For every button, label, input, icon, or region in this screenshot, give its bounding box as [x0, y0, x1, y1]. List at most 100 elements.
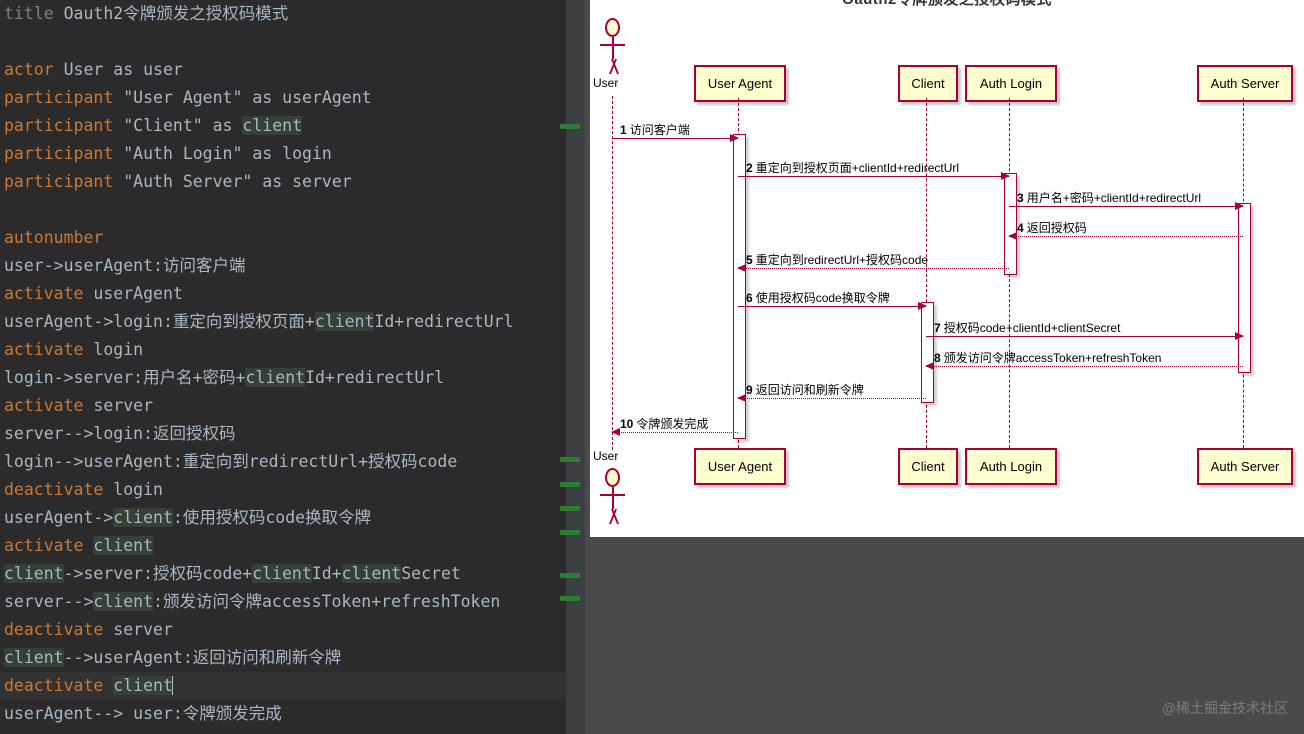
diagram-preview-pane[interactable]: Oauth2令牌颁发之授权码模式 User User User Agent User … [590, 0, 1304, 537]
arrowhead-left-icon [925, 361, 934, 370]
message-line [612, 432, 738, 433]
message-text: 访问客户端 [629, 123, 690, 137]
message-line [1009, 206, 1243, 207]
arrowhead-right-icon [1235, 331, 1244, 340]
participant-box-login: Auth Login [965, 448, 1057, 485]
actor-head-icon [605, 468, 620, 487]
occurrence-marker[interactable] [560, 530, 580, 535]
code-line[interactable]: autonumber [0, 224, 566, 252]
occurrence-marker[interactable] [560, 124, 580, 129]
message-label-9: 9 返回访问和刷新令牌 [746, 381, 864, 398]
participant-box-server: Auth Server [1197, 65, 1293, 102]
code-line[interactable]: actor User as user [0, 56, 566, 84]
message-number: 9 [746, 383, 753, 397]
message-number: 3 [1017, 191, 1024, 205]
code-line[interactable]: server-->client:颁发访问令牌accessToken+refres… [0, 588, 566, 616]
actor-label-user: User [593, 449, 619, 463]
actor-head-icon [605, 18, 620, 37]
code-line[interactable]: participant "User Agent" as userAgent [0, 84, 566, 112]
message-text: 返回访问和刷新令牌 [755, 383, 864, 397]
arrowhead-left-icon [611, 427, 620, 436]
occurrence-marker[interactable] [560, 506, 580, 511]
code-line[interactable]: deactivate client [0, 672, 566, 700]
arrowhead-right-icon [1235, 201, 1244, 210]
code-line[interactable]: participant "Auth Server" as server [0, 168, 566, 196]
code-line[interactable]: participant "Auth Login" as login [0, 140, 566, 168]
actor-arms [600, 494, 625, 496]
participant-box-server: Auth Server [1197, 448, 1293, 485]
code-line[interactable]: activate userAgent [0, 280, 566, 308]
code-line[interactable]: login-->userAgent:重定向到redirectUrl+授权码cod… [0, 448, 566, 476]
message-line [612, 138, 738, 139]
message-label-4: 4 返回授权码 [1017, 219, 1087, 236]
code-line[interactable]: activate server [0, 392, 566, 420]
actor-body [612, 37, 614, 59]
participant-label: User Agent [707, 76, 773, 91]
code-line[interactable]: client-->userAgent:返回访问和刷新令牌 [0, 644, 566, 672]
code-line[interactable]: deactivate login [0, 476, 566, 504]
message-line [738, 268, 1009, 269]
participant-label: User Agent [707, 459, 773, 474]
actor-figure-user [596, 468, 630, 524]
occurrence-marker[interactable] [560, 573, 580, 578]
message-number: 4 [1017, 221, 1024, 235]
message-line [1009, 236, 1243, 237]
code-line[interactable]: activate client [0, 532, 566, 560]
message-text: 用户名+密码+clientId+redirectUrl [1026, 191, 1202, 205]
code-line[interactable]: userAgent->client:使用授权码code换取令牌 [0, 504, 566, 532]
code-line[interactable]: deactivate userAgent [0, 728, 566, 734]
arrowhead-right-icon [918, 301, 927, 310]
message-number: 2 [746, 161, 753, 175]
message-text: 重定向到redirectUrl+授权码code [755, 253, 929, 267]
code-line[interactable]: userAgent->login:重定向到授权页面+clientId+redir… [0, 308, 566, 336]
code-editor-pane[interactable]: title Oauth2令牌颁发之授权码模式 actor User as use… [0, 0, 566, 734]
message-line [926, 336, 1243, 337]
app-window: title Oauth2令牌颁发之授权码模式 actor User as use… [0, 0, 1304, 734]
occurrence-marker[interactable] [560, 482, 580, 487]
code-line[interactable]: title Oauth2令牌颁发之授权码模式 [0, 0, 566, 28]
message-number: 5 [746, 253, 753, 267]
arrowhead-left-icon [737, 263, 746, 272]
participant-label: Auth Login [979, 76, 1043, 91]
participant-box-login: Auth Login [965, 65, 1057, 102]
participant-box-userAgent: User Agent [694, 448, 786, 485]
diagram-title: Oauth2令牌颁发之授权码模式 [590, 0, 1304, 9]
message-text: 使用授权码code换取令牌 [755, 291, 890, 305]
lifeline-user [612, 96, 613, 450]
activation-bar-client [920, 302, 934, 403]
occurrence-marker[interactable] [560, 596, 580, 601]
code-line[interactable]: activate login [0, 336, 566, 364]
message-number: 10 [620, 417, 634, 431]
message-text: 返回授权码 [1026, 221, 1087, 235]
code-line[interactable] [0, 196, 566, 224]
message-line [738, 306, 926, 307]
code-text-area[interactable]: title Oauth2令牌颁发之授权码模式 actor User as use… [0, 0, 566, 734]
message-line [738, 398, 926, 399]
message-number: 6 [746, 291, 753, 305]
participant-box-client: Client [898, 448, 958, 485]
code-line[interactable]: server-->login:返回授权码 [0, 420, 566, 448]
arrowhead-right-icon [730, 133, 739, 142]
message-line [926, 366, 1243, 367]
code-line[interactable]: deactivate server [0, 616, 566, 644]
message-text: 令牌颁发完成 [636, 417, 709, 431]
activation-bar-login [1003, 173, 1017, 275]
participant-label: Auth Server [1210, 459, 1280, 474]
code-line[interactable]: client->server:授权码code+clientId+clientSe… [0, 560, 566, 588]
message-number: 7 [934, 321, 941, 335]
code-line[interactable]: login->server:用户名+密码+clientId+redirectUr… [0, 364, 566, 392]
participant-label: Auth Server [1210, 76, 1280, 91]
code-line[interactable] [0, 28, 566, 56]
code-line[interactable]: user->userAgent:访问客户端 [0, 252, 566, 280]
message-label-7: 7 授权码code+clientId+clientSecret [934, 319, 1120, 336]
message-number: 1 [620, 123, 627, 137]
actor-figure-user [596, 18, 630, 74]
activation-bar-server [1237, 203, 1251, 373]
message-text: 授权码code+clientId+clientSecret [943, 321, 1121, 335]
code-line[interactable]: participant "Client" as client [0, 112, 566, 140]
occurrence-marker[interactable] [560, 457, 580, 462]
message-label-6: 6 使用授权码code换取令牌 [746, 289, 890, 306]
sequence-diagram: Oauth2令牌颁发之授权码模式 User User User Agent User … [590, 0, 1304, 537]
arrowhead-right-icon [1001, 171, 1010, 180]
code-line[interactable]: userAgent--> user:令牌颁发完成 [0, 700, 566, 728]
